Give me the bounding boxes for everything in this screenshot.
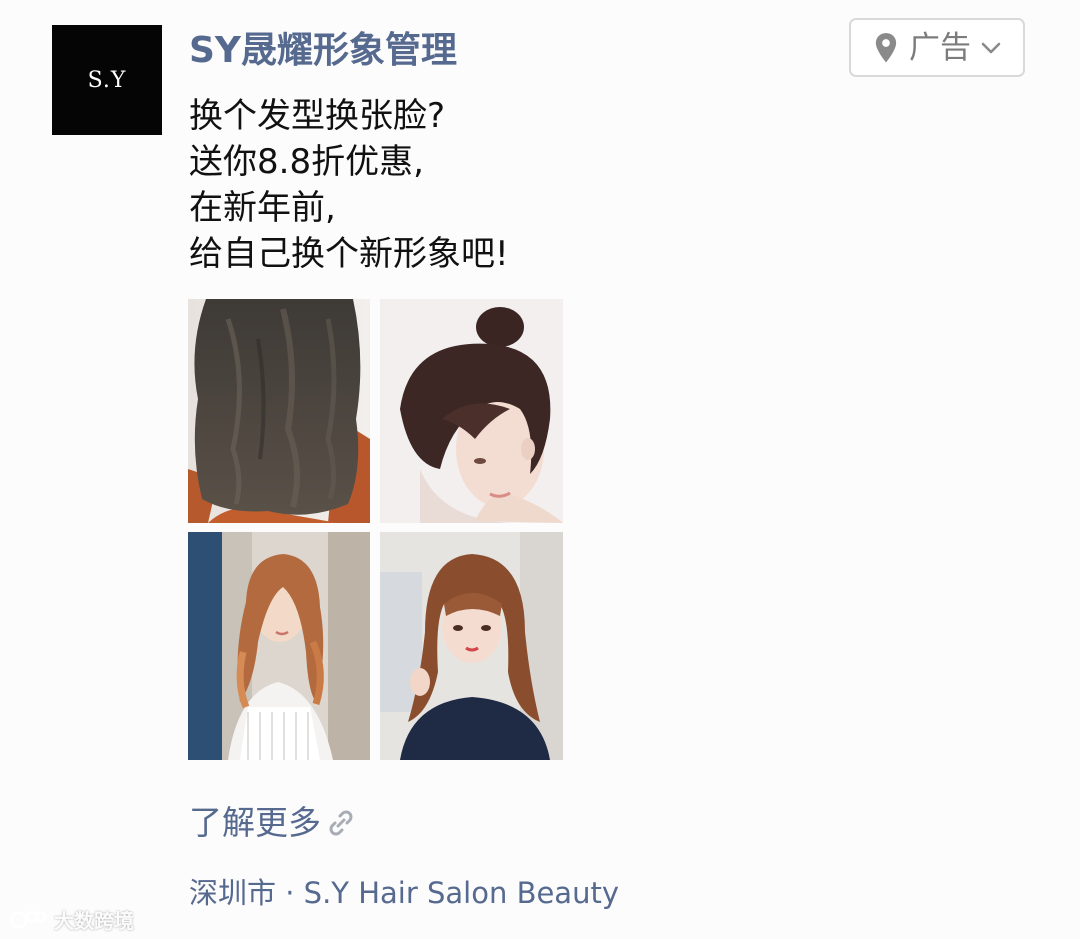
advertiser-name[interactable]: SY晟耀形象管理 [189, 26, 457, 76]
watermark-logo-icon [10, 910, 47, 928]
avatar-text: S.Y [87, 67, 127, 93]
body-line: 在新年前, [189, 188, 336, 228]
learn-more-link[interactable]: 了解更多 [189, 800, 357, 846]
ad-tag-label: 广告 [909, 29, 971, 66]
hairstyle-photo-2[interactable] [380, 299, 563, 523]
ad-tag-button[interactable]: 广告 [849, 18, 1025, 77]
watermark: 大数跨境 [10, 905, 134, 934]
chevron-down-icon [981, 42, 1001, 53]
advertiser-avatar[interactable]: S.Y [52, 25, 162, 135]
ad-body-text: 换个发型换张脸? 送你8.8折优惠, 在新年前, 给自己换个新形象吧! [189, 93, 509, 277]
location-label[interactable]: 深圳市 · S.Y Hair Salon Beauty [189, 872, 619, 914]
learn-more-label: 了解更多 [189, 803, 321, 842]
body-line: 换个发型换张脸? [189, 96, 446, 136]
hairstyle-photo-1[interactable] [188, 299, 370, 523]
location-pin-icon [875, 32, 897, 62]
body-line: 给自己换个新形象吧! [189, 234, 509, 274]
body-line: 送你8.8折优惠, [189, 142, 424, 182]
link-icon [329, 810, 353, 836]
hairstyle-photo-4[interactable] [380, 532, 563, 760]
hairstyle-photo-3[interactable] [188, 532, 370, 760]
watermark-text: 大数跨境 [54, 909, 134, 933]
